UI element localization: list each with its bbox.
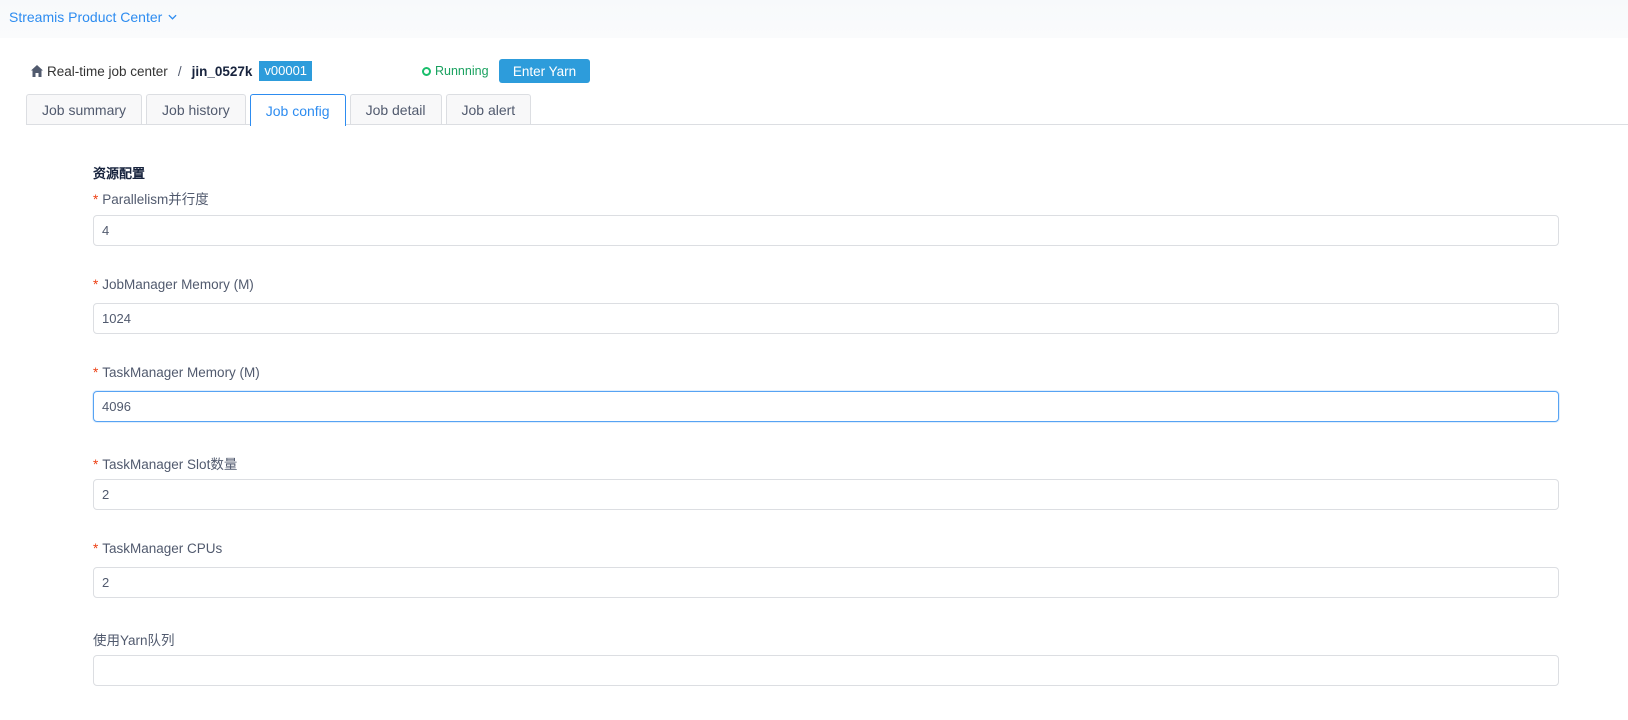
required-mark: * (93, 277, 99, 292)
taskmanager-slot-input[interactable] (93, 479, 1559, 510)
jobmanager-memory-label-text: JobManager Memory (M) (102, 277, 254, 292)
required-mark: * (93, 541, 99, 556)
top-bar: Streamis Product Center (0, 0, 1628, 38)
enter-yarn-button[interactable]: Enter Yarn (499, 59, 590, 83)
product-switcher[interactable]: Streamis Product Center (9, 9, 177, 25)
taskmanager-cpus-input[interactable] (93, 567, 1559, 598)
version-badge: v00001 (259, 61, 313, 81)
taskmanager-memory-input[interactable] (93, 391, 1559, 422)
tab-job-alert[interactable]: Job alert (445, 94, 532, 125)
yarn-queue-label: 使用Yarn队列 (93, 633, 175, 648)
tab-job-config[interactable]: Job config (249, 94, 346, 126)
taskmanager-memory-label: * TaskManager Memory (M) (93, 365, 260, 380)
yarn-queue-input[interactable] (93, 655, 1559, 686)
taskmanager-slot-label: * TaskManager Slot数量 (93, 453, 237, 473)
tab-bar: Job summary Job history Job config Job d… (26, 94, 532, 126)
home-icon[interactable] (30, 64, 44, 78)
taskmanager-slot-label-text: TaskManager Slot数量 (102, 457, 238, 472)
required-mark: * (93, 457, 99, 472)
required-mark: * (93, 365, 99, 380)
chevron-down-icon (168, 14, 177, 20)
tab-job-history[interactable]: Job history (146, 94, 246, 125)
product-label: Streamis Product Center (9, 9, 163, 25)
breadcrumb-separator: / (177, 63, 182, 79)
parallelism-label: * Parallelism并行度 (93, 188, 209, 208)
parallelism-input[interactable] (93, 215, 1559, 246)
jobmanager-memory-input[interactable] (93, 303, 1559, 334)
parallelism-label-text: Parallelism并行度 (102, 192, 209, 207)
taskmanager-cpus-label-text: TaskManager CPUs (102, 541, 223, 556)
tab-job-detail[interactable]: Job detail (349, 94, 442, 125)
jobmanager-memory-label: * JobManager Memory (M) (93, 277, 254, 292)
breadcrumb-root[interactable]: Real-time job center (47, 64, 168, 79)
job-status: Runnning (422, 64, 489, 78)
breadcrumb: Real-time job center / jin_0527k v00001 (30, 61, 313, 81)
section-title: 资源配置 (93, 166, 146, 181)
status-dot-icon (422, 66, 431, 76)
status-label: Runnning (435, 64, 489, 78)
taskmanager-cpus-label: * TaskManager CPUs (93, 541, 222, 556)
job-name: jin_0527k (191, 63, 253, 79)
required-mark: * (93, 192, 99, 207)
taskmanager-memory-label-text: TaskManager Memory (M) (102, 365, 260, 380)
tab-job-summary[interactable]: Job summary (26, 94, 143, 125)
